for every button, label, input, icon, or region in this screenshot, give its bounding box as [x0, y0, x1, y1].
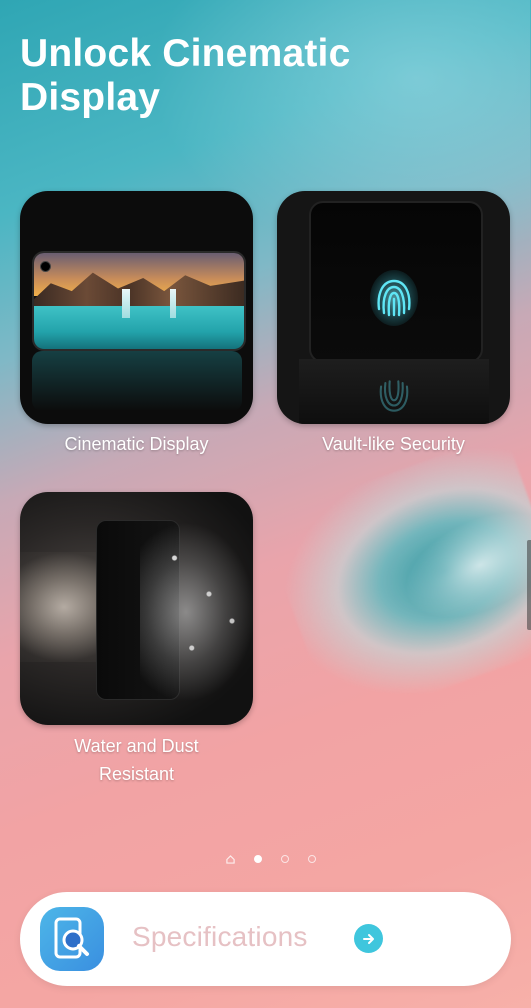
feature-label-line-1: Water and Dust	[74, 736, 199, 756]
home-page-icon[interactable]	[226, 854, 235, 864]
landscape-phone-image	[32, 251, 246, 351]
title-line-2: Display	[20, 76, 161, 119]
feature-card-vault-security[interactable]	[277, 191, 510, 424]
feature-card-cinematic-display[interactable]	[20, 191, 253, 424]
specifications-bar[interactable]: Specifications	[20, 892, 511, 986]
page-indicator	[226, 853, 316, 865]
edge-panel-handle[interactable]	[527, 540, 531, 630]
feature-card-water-dust[interactable]	[20, 492, 253, 725]
phone-search-icon	[40, 907, 104, 971]
page-dot-active[interactable]	[254, 855, 262, 863]
feature-label-vault-security: Vault-like Security	[322, 434, 465, 454]
feature-label-water-dust: Water and Dust Resistant	[20, 732, 253, 788]
feature-label-cinematic-display: Cinematic Display	[64, 434, 209, 454]
page-dot[interactable]	[308, 855, 316, 863]
phone-reflection	[32, 351, 242, 411]
arrow-right-icon[interactable]	[354, 924, 383, 953]
water-splash-image	[140, 522, 253, 702]
page-title: Unlock Cinematic Display	[20, 32, 440, 120]
fingerprint-icon	[370, 270, 418, 326]
feature-label-line-2: Resistant	[98, 764, 175, 784]
fingerprint-reflection-icon	[379, 380, 409, 412]
page-dot[interactable]	[281, 855, 289, 863]
title-line-1: Unlock Cinematic	[20, 32, 351, 75]
specifications-label: Specifications	[132, 921, 308, 952]
camera-icon	[40, 261, 51, 272]
